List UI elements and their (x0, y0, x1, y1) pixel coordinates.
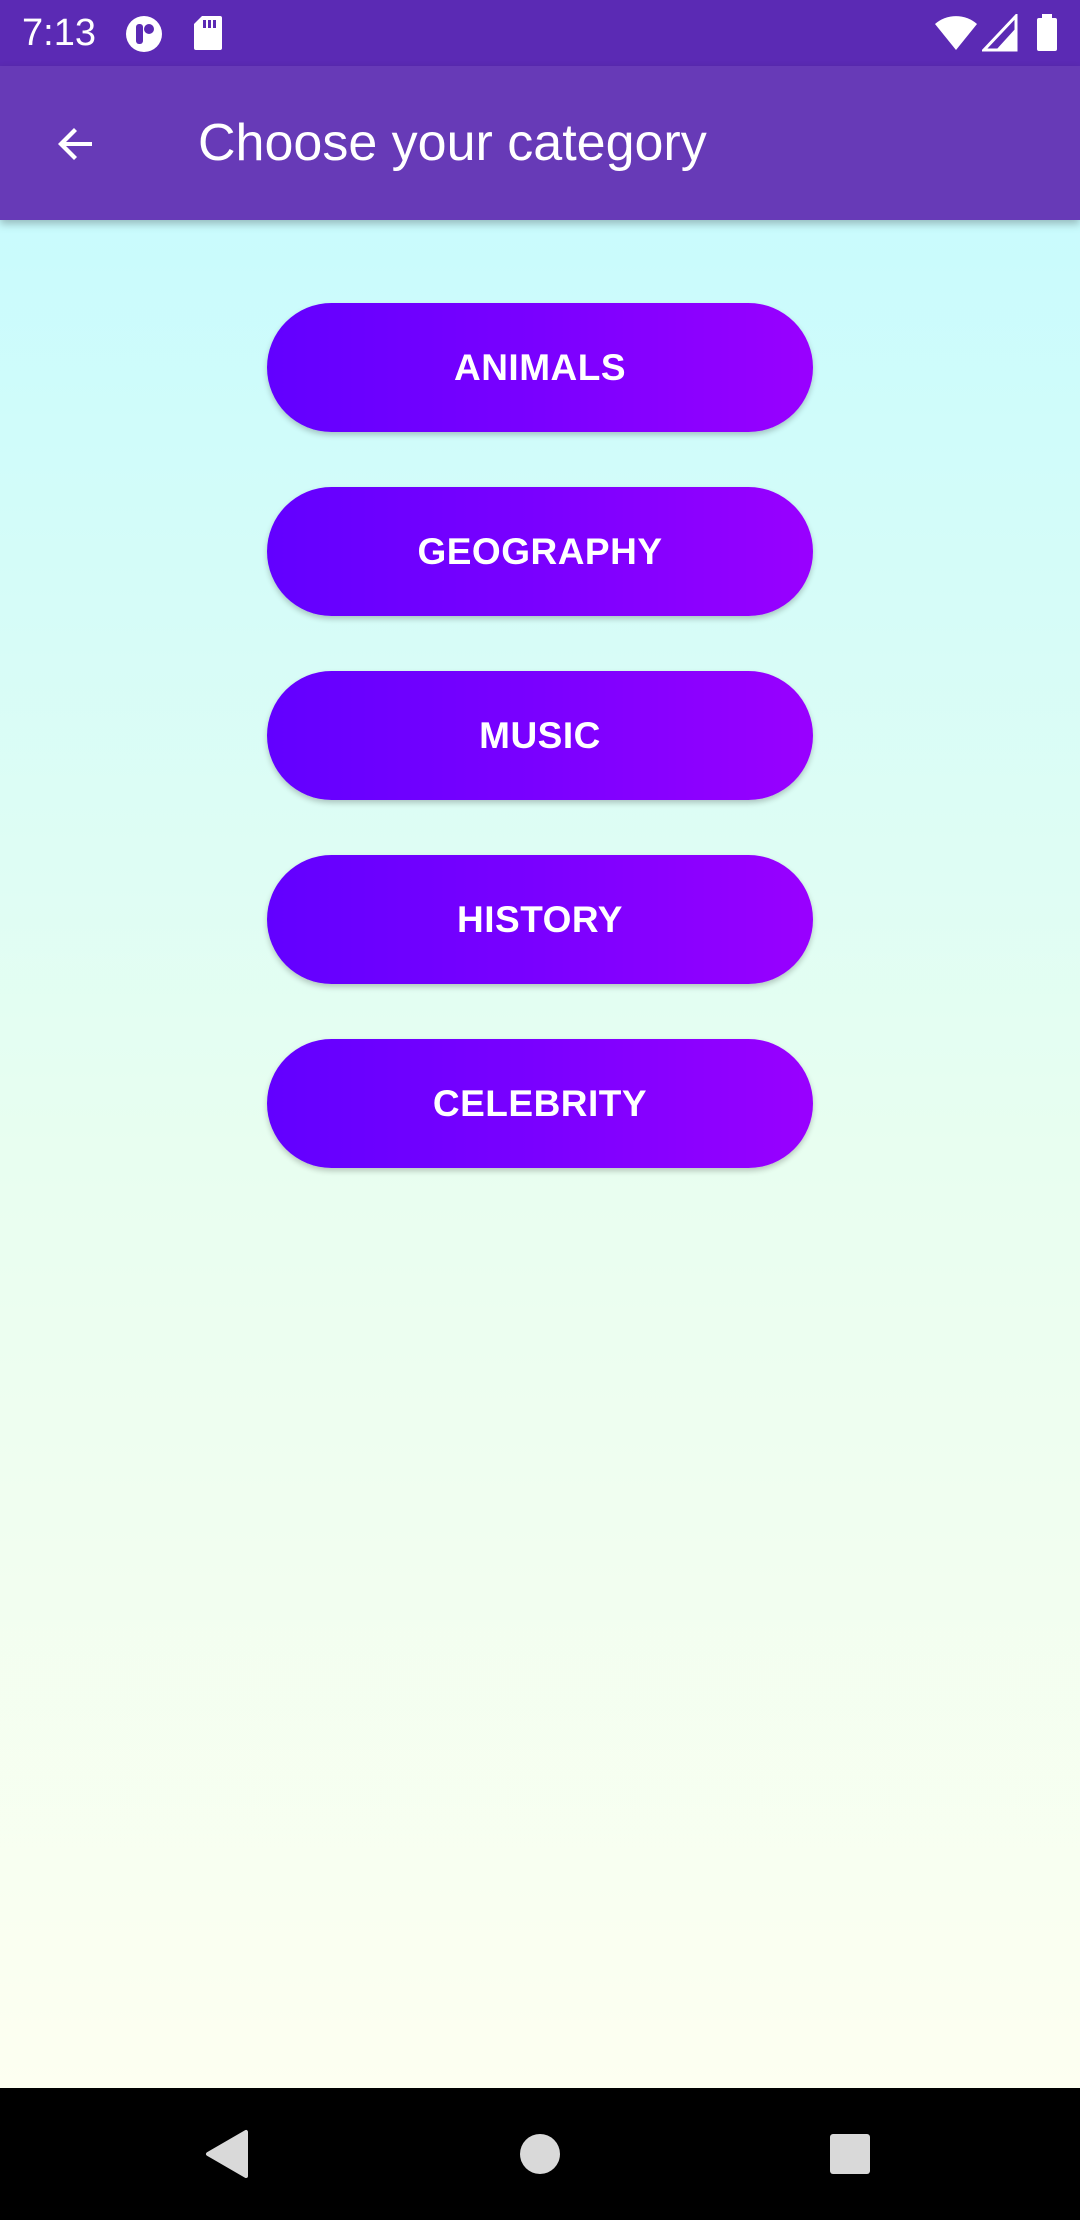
category-list: ANIMALS GEOGRAPHY MUSIC HISTORY CELEBRIT… (267, 303, 813, 1168)
app-notification-icon (124, 14, 164, 52)
nav-home-button[interactable] (504, 2118, 576, 2190)
category-button-music[interactable]: MUSIC (267, 671, 813, 800)
category-button-geography[interactable]: GEOGRAPHY (267, 487, 813, 616)
arrow-back-icon (58, 128, 92, 160)
back-button[interactable] (38, 106, 114, 182)
category-button-animals[interactable]: ANIMALS (267, 303, 813, 432)
navigation-bar (0, 2088, 1080, 2220)
page-title: Choose your category (198, 114, 707, 172)
category-button-celebrity[interactable]: CELEBRITY (267, 1039, 813, 1168)
nav-recents-button[interactable] (814, 2118, 886, 2190)
nav-back-button[interactable] (190, 2118, 262, 2190)
app-bar: Choose your category (0, 66, 1080, 220)
battery-icon (1036, 14, 1058, 52)
recents-square-icon (830, 2134, 870, 2174)
cellular-signal-icon (980, 12, 1018, 52)
category-button-history[interactable]: HISTORY (267, 855, 813, 984)
sd-card-icon (192, 14, 224, 52)
wifi-icon (934, 14, 978, 52)
home-circle-icon (520, 2134, 560, 2174)
category-screen: ANIMALS GEOGRAPHY MUSIC HISTORY CELEBRIT… (0, 220, 1080, 2088)
back-triangle-icon (206, 2130, 248, 2178)
status-time: 7:13 (22, 12, 96, 54)
status-bar: 7:13 (0, 0, 1080, 66)
